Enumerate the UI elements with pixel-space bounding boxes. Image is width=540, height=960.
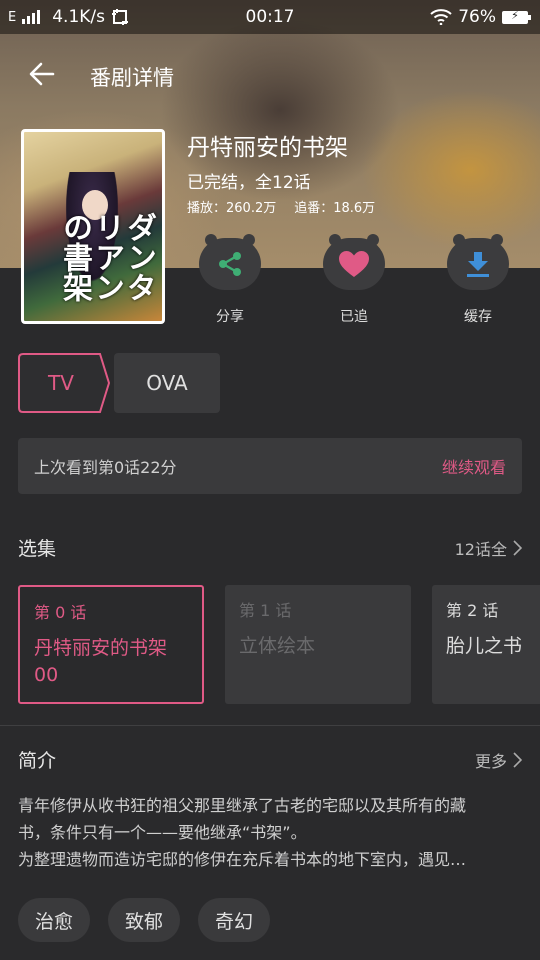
- intro-text: 青年修伊从收书狂的祖父那里继承了古老的宅邸以及其所有的藏 书，条件只有一个——要…: [18, 792, 526, 873]
- episode-card[interactable]: 第 1 话 立体绘本: [225, 585, 411, 704]
- intro-title: 简介: [18, 750, 57, 772]
- episode-name: 立体绘本: [239, 635, 316, 657]
- tab-ova[interactable]: OVA: [114, 353, 220, 413]
- intro-more-label: 更多: [474, 751, 507, 771]
- play-count: 播放：260.2万: [187, 201, 277, 216]
- battery-icon: ⚡: [502, 9, 531, 24]
- resume-progress: 上次看到第0话22分: [34, 458, 177, 477]
- tag-depressing[interactable]: 致郁: [108, 898, 180, 942]
- download-bubble: [447, 234, 509, 290]
- show-stats: 播放：260.2万 追番：18.6万: [187, 197, 375, 216]
- intro-line: 为整理遗物而造访宅邸的修伊在充斥着书本的地下室内，遇见…: [18, 850, 467, 869]
- intro-more-link[interactable]: 更多: [475, 748, 522, 772]
- share-bubble: [199, 234, 261, 290]
- chevron-right-icon: [513, 751, 522, 768]
- status-left: E 4.1K/s: [8, 7, 129, 27]
- share-icon: [219, 252, 241, 276]
- intro-header: 简介 更多: [18, 746, 522, 773]
- show-title: 丹特丽安的书架: [187, 135, 348, 161]
- follow-button[interactable]: 已追: [319, 234, 389, 328]
- download-button[interactable]: 缓存: [443, 234, 513, 328]
- network-speed: 4.1K/s: [52, 7, 105, 27]
- continue-watching-button[interactable]: 继续观看: [442, 454, 506, 478]
- back-button[interactable]: [22, 54, 62, 94]
- episode-number: 第 2 话: [446, 601, 499, 620]
- episode-name: 丹特丽安的书架00: [34, 637, 168, 686]
- signal-icon: [22, 10, 41, 24]
- heart-icon: [339, 251, 369, 277]
- tab-tv-label: TV: [48, 371, 74, 395]
- section-divider: [0, 725, 540, 726]
- episode-card[interactable]: 第 0 话 丹特丽安的书架00: [18, 585, 204, 704]
- app-bar: 番剧详情: [0, 34, 540, 114]
- network-type: E: [8, 9, 17, 25]
- wifi-icon: [430, 9, 452, 25]
- resume-bar: 上次看到第0话22分 继续观看: [18, 438, 522, 494]
- tag-fantasy[interactable]: 奇幻: [198, 898, 270, 942]
- tag-healing[interactable]: 治愈: [18, 898, 90, 942]
- page-title: 番剧详情: [90, 66, 174, 90]
- cover-title-art: ダンタリアンの書架: [57, 212, 156, 302]
- episode-number: 第 1 话: [239, 601, 292, 620]
- episodes-title: 选集: [18, 538, 57, 560]
- show-status: 已完结，全12话: [187, 173, 311, 193]
- back-arrow-icon: [29, 62, 55, 86]
- episodes-header: 选集 12话全: [18, 534, 522, 561]
- episode-card[interactable]: 第 2 话 胎儿之书: [432, 585, 540, 704]
- all-episodes-link[interactable]: 12话全: [455, 536, 522, 560]
- intro-line: 青年修伊从收书狂的祖父那里继承了古老的宅邸以及其所有的藏: [18, 796, 467, 815]
- follow-bubble: [323, 234, 385, 290]
- battery-percent: 76%: [458, 7, 496, 27]
- all-episodes-label: 12话全: [454, 539, 507, 559]
- follow-label: 已追: [340, 309, 368, 325]
- status-right: 76% ⚡: [430, 7, 531, 27]
- download-icon: [467, 252, 489, 277]
- share-label: 分享: [216, 309, 244, 325]
- intro-line: 书，条件只有一个——要他继承“书架”。: [18, 823, 307, 842]
- share-button[interactable]: 分享: [195, 234, 265, 328]
- download-label: 缓存: [464, 309, 492, 325]
- episode-number: 第 0 话: [34, 603, 87, 622]
- screenshot-icon: [112, 9, 128, 25]
- chevron-right-icon: [513, 539, 522, 556]
- status-bar: E 4.1K/s 00:17 76% ⚡: [0, 0, 540, 34]
- episode-name: 胎儿之书: [446, 635, 523, 657]
- tab-tv[interactable]: TV: [18, 353, 110, 413]
- tab-ova-label: OVA: [146, 371, 188, 395]
- cover-image[interactable]: ダンタリアンの書架: [21, 129, 165, 324]
- follow-count: 追番：18.6万: [294, 201, 376, 216]
